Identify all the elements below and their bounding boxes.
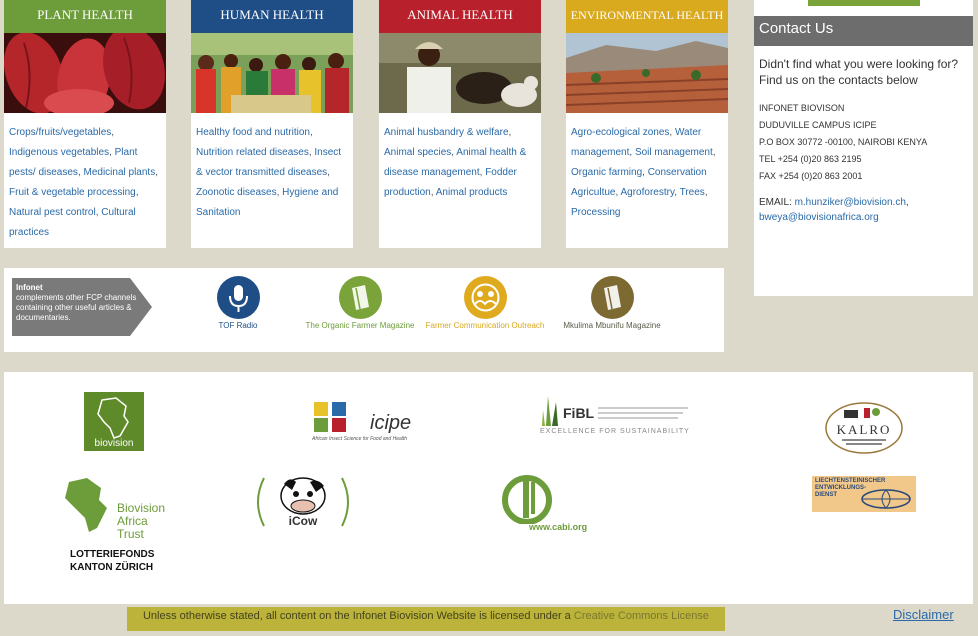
icipe-logo-text: icipe (370, 412, 412, 434)
link-agro-zones[interactable]: Agro-ecological zones (571, 127, 669, 138)
disclaimer-link[interactable]: Disclaimer (893, 607, 954, 622)
partners-panel: biovision icipe African Insect Science f… (4, 372, 973, 604)
card-title[interactable]: PLANT HEALTH (4, 0, 166, 33)
animal-health-card: ANIMAL HEALTH Animal husbandry & welfare… (379, 0, 541, 248)
link-crops[interactable]: Crops/fruits/vegetables (9, 127, 111, 138)
address-line: P.O BOX 30772 -00100, NAIROBI KENYA (759, 137, 928, 147)
link-trees[interactable]: Trees (680, 187, 705, 198)
contact-intro: Didn't find what you were looking for? F… (759, 57, 959, 87)
fibl-logo[interactable]: FiBL EXCELLENCE FOR SUSTAINABILITY (540, 392, 690, 438)
environmental-health-card: ENVIRONMENTAL HEALTH Agro-ecological zon… (566, 0, 728, 248)
microphone-icon (216, 276, 260, 319)
link-zoonotic-diseases[interactable]: Zoonotic diseases (196, 187, 277, 198)
led-text-1: LIECHTENSTEINISCHER (815, 478, 886, 484)
icipe-logo[interactable]: icipe African Insect Science for Food an… (312, 400, 417, 445)
plant-health-card: PLANT HEALTH Crops/fruits/vegetables, In… (4, 0, 166, 248)
license-footer: Unless otherwise stated, all content on … (127, 607, 725, 631)
infonet-title: Infonet (16, 283, 43, 292)
infonet-arrow-banner: Infonet complements other FCP channels c… (12, 278, 152, 336)
channel-farmer-outreach[interactable]: Farmer Communication Outreach (425, 276, 545, 331)
address-line: INFONET BIOVISON (759, 103, 845, 113)
human-health-card: HUMAN HEALTH Healthy food and nutrition,… (191, 0, 353, 248)
contact-address: INFONET BIOVISON DUDUVILLE CAMPUS ICIPE … (759, 100, 971, 185)
card-title[interactable]: ANIMAL HEALTH (379, 0, 541, 33)
fibl-logo-subtitle: EXCELLENCE FOR SUSTAINABILITY (540, 428, 690, 435)
lotteriefonds-text-1: LOTTERIEFONDS (70, 549, 155, 560)
channel-label: The Organic Farmer Magazine (305, 321, 415, 330)
lotteriefonds-text-2: KANTON ZÜRICH (70, 562, 154, 573)
market-crowd-image[interactable] (191, 33, 353, 113)
contact-title: Contact Us (754, 16, 973, 46)
channel-label: TOF Radio (218, 321, 258, 330)
cocoa-pods-image[interactable] (4, 33, 166, 113)
animal-health-links: Animal husbandry & welfare, Animal speci… (384, 127, 527, 198)
bat-text-3: Trust (117, 527, 144, 541)
address-line: TEL +254 (0)20 863 2195 (759, 154, 862, 164)
terraced-landscape-image[interactable] (566, 33, 728, 113)
card-title[interactable]: HUMAN HEALTH (191, 0, 353, 33)
link-medicinal-plants[interactable]: Medicinal plants (84, 167, 156, 178)
link-agroforestry[interactable]: Agroforestry (620, 187, 674, 198)
link-natural-pest-control[interactable]: Natural pest control (9, 207, 96, 218)
card-title[interactable]: ENVIRONMENTAL HEALTH (566, 0, 728, 33)
link-animal-husbandry[interactable]: Animal husbandry & welfare (384, 127, 509, 138)
license-text: Unless otherwise stated, all content on … (142, 610, 571, 622)
environmental-health-links: Agro-ecological zones, Water management,… (571, 127, 716, 218)
icow-logo[interactable]: iCow (254, 474, 352, 530)
address-line: DUDUVILLE CAMPUS ICIPE (759, 120, 877, 130)
link-processing[interactable]: Processing (571, 207, 620, 218)
channel-tof-radio[interactable]: TOF Radio (178, 276, 298, 331)
contact-panel: Contact Us Didn't find what you were loo… (754, 0, 973, 296)
link-animal-products[interactable]: Animal products (436, 187, 508, 198)
link-healthy-food[interactable]: Healthy food and nutrition (196, 127, 310, 138)
link-indigenous-vegetables[interactable]: Indigenous vegetables (9, 147, 109, 158)
channel-label: Farmer Communication Outreach (425, 321, 545, 330)
address-line: FAX +254 (0)20 863 2001 (759, 171, 863, 181)
plant-health-links: Crops/fruits/vegetables, Indigenous vege… (9, 127, 158, 238)
cabi-logo-text: www.cabi.org (529, 522, 588, 532)
kalro-logo-text: KALRO (836, 422, 892, 437)
fibl-logo-text: FiBL (563, 405, 595, 421)
link-soil-management[interactable]: Soil management (635, 147, 713, 158)
magazine-icon (590, 276, 634, 319)
creative-commons-link[interactable]: Creative Commons License (574, 610, 709, 622)
icow-logo-text: iCow (288, 514, 318, 528)
magazine-icon (338, 276, 382, 319)
link-organic-farming[interactable]: Organic farming (571, 167, 642, 178)
email-link-hunziker[interactable]: m.hunziker@biovision.ch (795, 197, 906, 208)
link-nutrition-diseases[interactable]: Nutrition related diseases (196, 147, 309, 158)
link-animal-species[interactable]: Animal species (384, 147, 451, 158)
cabi-logo[interactable]: www.cabi.org (501, 474, 601, 536)
contact-accent-bar (808, 0, 920, 6)
link-fruit-processing[interactable]: Fruit & vegetable processing (9, 187, 136, 198)
people-icon (463, 276, 507, 319)
infonet-description: complements other FCP channels containin… (16, 293, 137, 322)
email-label: EMAIL: (759, 197, 792, 208)
icipe-logo-subtitle: African Insect Science for Food and Heal… (312, 436, 408, 442)
human-health-links: Healthy food and nutrition, Nutrition re… (196, 127, 342, 218)
lotteriefonds-logo[interactable]: LOTTERIEFONDS KANTON ZÜRICH (70, 548, 170, 578)
led-logo[interactable]: LIECHTENSTEINISCHER ENTWICKLUNGS- DIENST (812, 476, 916, 512)
email-link-bweya[interactable]: bweya@biovisionafrica.org (759, 212, 879, 223)
kalro-logo[interactable]: KALRO (824, 400, 904, 456)
contact-email: EMAIL: m.hunziker@biovision.ch, bweya@bi… (759, 197, 909, 223)
channel-mkulima-mbunifu[interactable]: Mkulima Mbunifu Magazine (552, 276, 672, 331)
biovision-logo[interactable]: biovision (84, 392, 144, 451)
channel-organic-farmer[interactable]: The Organic Farmer Magazine (300, 276, 420, 331)
biovision-africa-trust-logo[interactable]: Biovision Africa Trust (59, 474, 174, 544)
channels-panel: Infonet complements other FCP channels c… (4, 268, 724, 352)
channel-label: Mkulima Mbunifu Magazine (563, 321, 661, 330)
biovision-logo-text: biovision (94, 438, 134, 449)
farmer-with-goats-image[interactable] (379, 33, 541, 113)
